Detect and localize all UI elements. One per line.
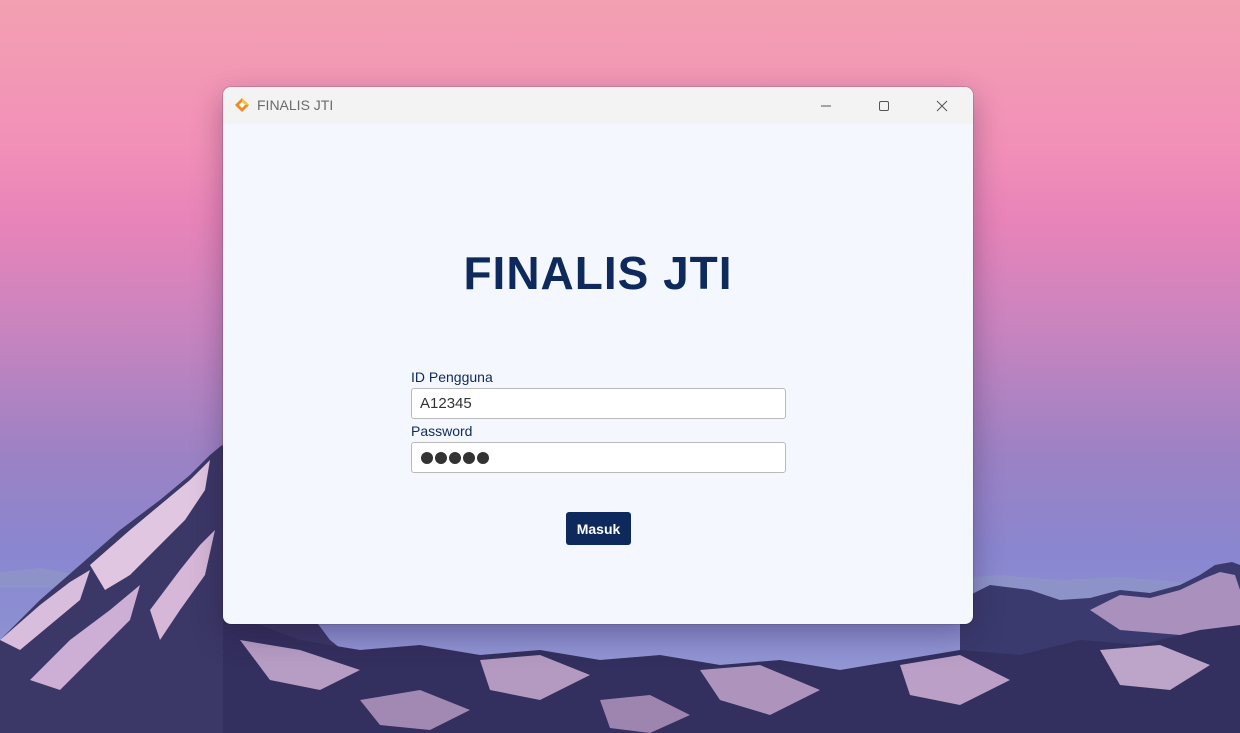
app-heading: FINALIS JTI xyxy=(463,247,733,299)
close-icon xyxy=(936,100,948,111)
user-id-input[interactable] xyxy=(411,388,786,419)
user-id-label: ID Pengguna xyxy=(411,369,493,385)
login-window: FINALIS JTI FINALIS JTI ID Pengguna A123… xyxy=(223,87,973,624)
maximize-button[interactable] xyxy=(855,87,913,124)
app-diamond-icon xyxy=(235,98,249,112)
password-mask-dot xyxy=(435,451,447,464)
password-mask-dot xyxy=(477,451,489,464)
desktop-background: FINALIS JTI FINALIS JTI ID Pengguna A123… xyxy=(0,0,1240,733)
login-button[interactable]: Masuk xyxy=(566,512,631,545)
maximize-icon xyxy=(879,100,889,111)
window-title: FINALIS JTI xyxy=(257,97,334,113)
password-mask-dot xyxy=(421,451,433,464)
minimize-button[interactable] xyxy=(797,87,855,124)
password-mask-dot xyxy=(449,451,461,464)
window-titlebar[interactable]: FINALIS JTI xyxy=(223,87,973,124)
password-input[interactable] xyxy=(411,442,786,473)
close-button[interactable] xyxy=(913,87,971,124)
password-mask-dot xyxy=(463,451,475,464)
minimize-icon xyxy=(821,105,831,106)
password-label: Password xyxy=(411,423,473,439)
